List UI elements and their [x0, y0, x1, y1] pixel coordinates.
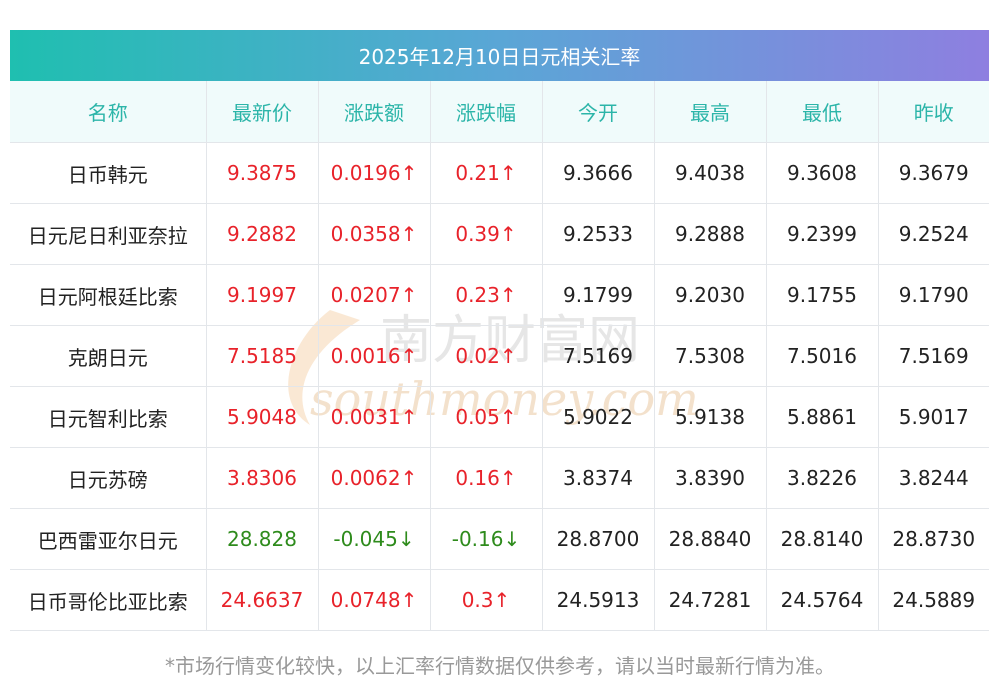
cell-high: 7.5308	[654, 325, 767, 387]
cell-low: 28.8140	[766, 508, 879, 570]
table-row: 日币韩元 9.3875 0.0196↑ 0.21↑ 9.3666 9.4038 …	[10, 142, 989, 204]
header-high: 最高	[654, 81, 767, 143]
rate-table-panel: 2025年12月10日日元相关汇率 名称 最新价 涨跌额 涨跌幅 今开 最高 最…	[10, 30, 989, 631]
cell-name: 日币哥伦比亚比索	[10, 569, 207, 631]
cell-change: 0.0207↑	[318, 264, 431, 326]
cell-high: 24.7281	[654, 569, 767, 631]
cell-latest: 24.6637	[206, 569, 319, 631]
cell-low: 24.5764	[766, 569, 879, 631]
cell-open: 5.9022	[542, 386, 655, 448]
cell-name: 日元阿根廷比索	[10, 264, 207, 326]
table-title: 2025年12月10日日元相关汇率	[10, 30, 989, 81]
cell-high: 9.4038	[654, 142, 767, 204]
cell-name: 日元智利比索	[10, 386, 207, 448]
cell-open: 28.8700	[542, 508, 655, 570]
cell-low: 9.2399	[766, 203, 879, 265]
header-change-pct: 涨跌幅	[430, 81, 543, 143]
cell-change-pct: -0.16↓	[430, 508, 543, 570]
cell-high: 28.8840	[654, 508, 767, 570]
cell-low: 7.5016	[766, 325, 879, 387]
header-latest: 最新价	[206, 81, 319, 143]
table-row: 日元智利比索 5.9048 0.0031↑ 0.05↑ 5.9022 5.913…	[10, 386, 989, 448]
header-low: 最低	[766, 81, 879, 143]
table-row: 克朗日元 7.5185 0.0016↑ 0.02↑ 7.5169 7.5308 …	[10, 325, 989, 387]
cell-high: 9.2030	[654, 264, 767, 326]
cell-change: 0.0748↑	[318, 569, 431, 631]
cell-low: 3.8226	[766, 447, 879, 509]
cell-low: 9.1755	[766, 264, 879, 326]
cell-latest: 28.828	[206, 508, 319, 570]
header-name: 名称	[10, 81, 207, 143]
cell-open: 9.1799	[542, 264, 655, 326]
cell-prev-close: 9.3679	[878, 142, 989, 204]
cell-change: 0.0016↑	[318, 325, 431, 387]
cell-low: 5.8861	[766, 386, 879, 448]
cell-change-pct: 0.23↑	[430, 264, 543, 326]
cell-change-pct: 0.16↑	[430, 447, 543, 509]
cell-high: 3.8390	[654, 447, 767, 509]
table-row: 日元阿根廷比索 9.1997 0.0207↑ 0.23↑ 9.1799 9.20…	[10, 264, 989, 326]
cell-latest: 9.2882	[206, 203, 319, 265]
cell-prev-close: 5.9017	[878, 386, 989, 448]
cell-prev-close: 9.1790	[878, 264, 989, 326]
cell-change-pct: 0.3↑	[430, 569, 543, 631]
cell-prev-close: 24.5889	[878, 569, 989, 631]
cell-change-pct: 0.39↑	[430, 203, 543, 265]
cell-open: 7.5169	[542, 325, 655, 387]
cell-name: 克朗日元	[10, 325, 207, 387]
cell-name: 日元苏磅	[10, 447, 207, 509]
cell-change-pct: 0.02↑	[430, 325, 543, 387]
cell-open: 9.2533	[542, 203, 655, 265]
header-change: 涨跌额	[318, 81, 431, 143]
cell-change: -0.045↓	[318, 508, 431, 570]
cell-latest: 3.8306	[206, 447, 319, 509]
cell-name: 日元尼日利亚奈拉	[10, 203, 207, 265]
cell-open: 9.3666	[542, 142, 655, 204]
cell-latest: 9.3875	[206, 142, 319, 204]
table-row: 巴西雷亚尔日元 28.828 -0.045↓ -0.16↓ 28.8700 28…	[10, 508, 989, 570]
header-prev-close: 昨收	[878, 81, 989, 143]
cell-change-pct: 0.05↑	[430, 386, 543, 448]
header-row: 名称 最新价 涨跌额 涨跌幅 今开 最高 最低 昨收	[10, 81, 989, 143]
cell-latest: 9.1997	[206, 264, 319, 326]
cell-prev-close: 9.2524	[878, 203, 989, 265]
cell-low: 9.3608	[766, 142, 879, 204]
cell-change: 0.0062↑	[318, 447, 431, 509]
cell-latest: 7.5185	[206, 325, 319, 387]
cell-prev-close: 28.8730	[878, 508, 989, 570]
table-row: 日元苏磅 3.8306 0.0062↑ 0.16↑ 3.8374 3.8390 …	[10, 447, 989, 509]
header-open: 今开	[542, 81, 655, 143]
table-row: 日币哥伦比亚比索 24.6637 0.0748↑ 0.3↑ 24.5913 24…	[10, 569, 989, 631]
cell-change: 0.0358↑	[318, 203, 431, 265]
exchange-rate-table: 名称 最新价 涨跌额 涨跌幅 今开 最高 最低 昨收 日币韩元 9.3875 0…	[10, 81, 989, 631]
cell-high: 5.9138	[654, 386, 767, 448]
cell-latest: 5.9048	[206, 386, 319, 448]
cell-change: 0.0031↑	[318, 386, 431, 448]
disclaimer-footnote: *市场行情变化较快，以上汇率行情数据仅供参考，请以当时最新行情为准。	[165, 654, 835, 678]
cell-open: 24.5913	[542, 569, 655, 631]
table-row: 日元尼日利亚奈拉 9.2882 0.0358↑ 0.39↑ 9.2533 9.2…	[10, 203, 989, 265]
cell-name: 日币韩元	[10, 142, 207, 204]
cell-change-pct: 0.21↑	[430, 142, 543, 204]
cell-open: 3.8374	[542, 447, 655, 509]
cell-prev-close: 7.5169	[878, 325, 989, 387]
cell-change: 0.0196↑	[318, 142, 431, 204]
cell-name: 巴西雷亚尔日元	[10, 508, 207, 570]
cell-high: 9.2888	[654, 203, 767, 265]
cell-prev-close: 3.8244	[878, 447, 989, 509]
